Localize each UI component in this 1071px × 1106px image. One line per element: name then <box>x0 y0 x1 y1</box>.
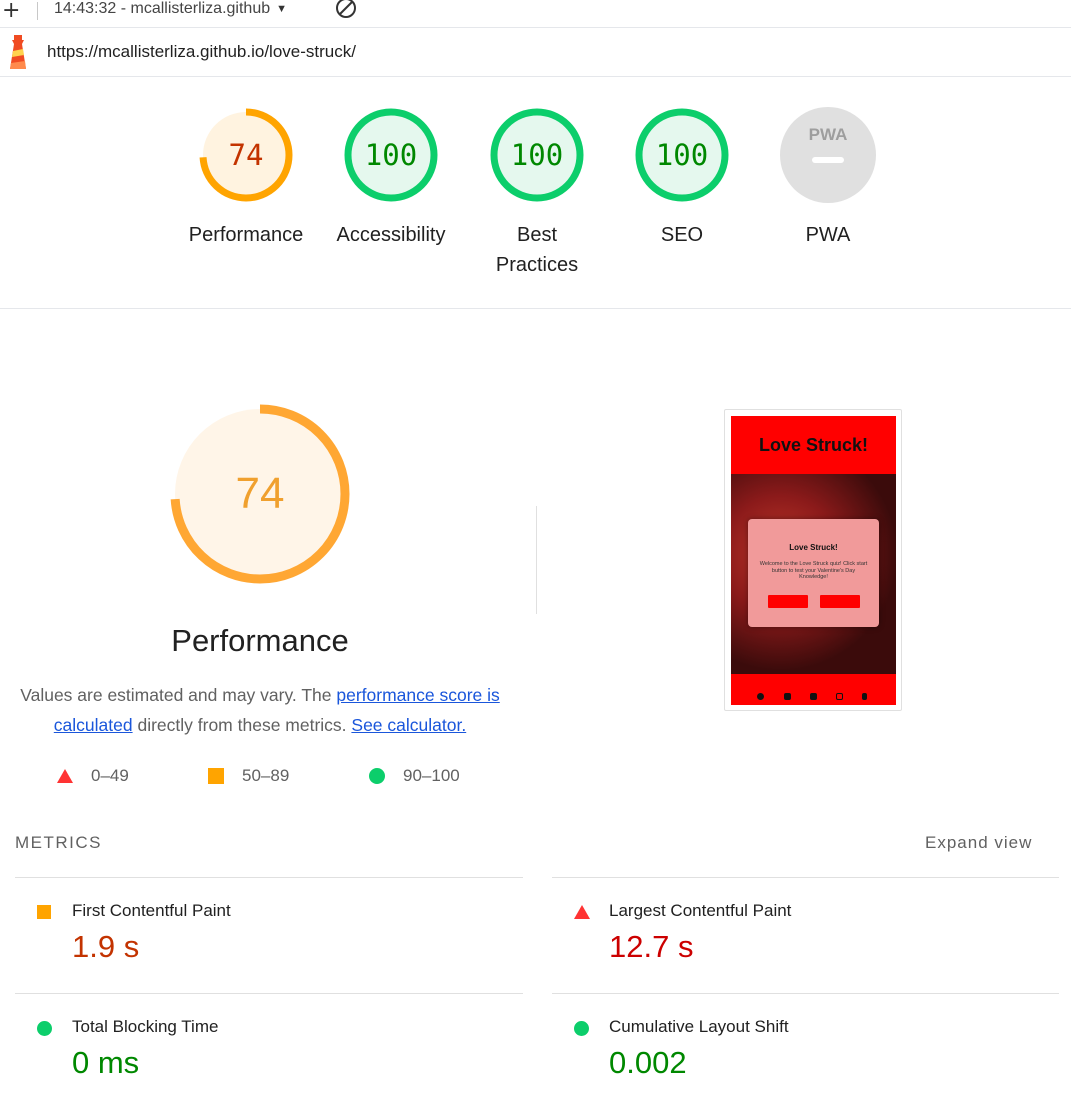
gauge-label: Performance <box>188 224 304 246</box>
report-toolbar: + 14:43:32 - mcallisterliza.github ▼ <box>0 0 1071 28</box>
legend-label: 90–100 <box>403 766 460 785</box>
performance-gauge-large: 74 <box>168 402 352 586</box>
metric-label: Largest Contentful Paint <box>609 901 792 920</box>
tiktok-icon <box>862 693 867 700</box>
gauge-score: 100 <box>655 138 709 172</box>
screenshot-header: Love Struck! <box>731 416 896 474</box>
gauge-score: 74 <box>228 138 264 172</box>
metric-label: First Contentful Paint <box>72 901 231 920</box>
gauge-score: 100 <box>510 138 564 172</box>
report-selector[interactable]: 14:43:32 - mcallisterliza.github ▼ <box>54 0 287 18</box>
final-screenshot[interactable]: Love Struck! Love Struck! Welcome to the… <box>724 409 902 711</box>
legend-pass: 90–100 <box>369 766 460 786</box>
metric-label: Cumulative Layout Shift <box>609 1017 789 1036</box>
vertical-divider <box>536 506 537 614</box>
metric-value: 1.9 s <box>72 929 140 964</box>
legend-fail: 0–49 <box>57 766 129 786</box>
metric-value: 12.7 s <box>609 929 694 964</box>
screenshot-footer <box>731 674 896 705</box>
metrics-heading: METRICS <box>15 833 102 852</box>
screenshot-modal: Love Struck! Welcome to the Love Struck … <box>748 519 879 627</box>
svg-text:PWA: PWA <box>809 125 848 144</box>
twitter-icon <box>784 693 791 700</box>
legend-average: 50–89 <box>208 766 289 786</box>
gauge-label-line: Practices <box>495 254 579 276</box>
gauge-pwa[interactable]: PWA PWA <box>758 105 898 250</box>
url-bar: https://mcallisterliza.github.io/love-st… <box>0 29 1071 77</box>
section-divider <box>0 308 1071 309</box>
see-calculator-link[interactable]: See calculator. <box>351 715 466 735</box>
screenshot-button <box>820 595 860 608</box>
pwa-icon: PWA <box>780 107 876 203</box>
circle-icon <box>37 1021 52 1036</box>
toolbar-separator <box>37 2 38 20</box>
desc-text: directly from these metrics. <box>132 715 352 735</box>
gauge-label: Best Practices <box>467 220 607 280</box>
gauge-label: Accessibility <box>336 224 446 246</box>
performance-title: Performance <box>171 623 349 658</box>
instagram-icon <box>836 693 843 700</box>
gauge-seo[interactable]: 100 SEO <box>612 105 752 250</box>
legend-label: 0–49 <box>91 766 129 785</box>
metric-label: Total Blocking Time <box>72 1017 219 1036</box>
circle-icon <box>369 768 385 784</box>
circle-icon <box>574 1021 589 1036</box>
screenshot-image: Love Struck! Love Struck! Welcome to the… <box>731 416 896 705</box>
gauge-label-line: Best <box>516 224 558 246</box>
metric-divider <box>15 877 523 878</box>
clear-icon[interactable] <box>334 0 358 20</box>
triangle-icon <box>574 905 590 919</box>
triangle-icon <box>57 769 73 783</box>
gauge-label: PWA <box>805 224 851 246</box>
lighthouse-icon <box>10 35 26 69</box>
square-icon <box>37 905 51 919</box>
page-url[interactable]: https://mcallisterliza.github.io/love-st… <box>47 42 356 62</box>
square-icon <box>208 768 224 784</box>
screenshot-modal-text: Welcome to the Love Struck quiz! Click s… <box>759 561 868 580</box>
new-report-button[interactable]: + <box>2 0 20 23</box>
chevron-down-icon: ▼ <box>276 3 287 15</box>
screenshot-modal-title: Love Struck! <box>789 543 838 552</box>
performance-description: Values are estimated and may vary. The p… <box>18 680 502 740</box>
metric-divider <box>552 993 1059 994</box>
performance-score-large: 74 <box>235 469 285 518</box>
metric-value: 0.002 <box>609 1045 687 1080</box>
gauge-performance[interactable]: 74 Performance <box>176 105 316 250</box>
gauge-best-practices[interactable]: 100 Best Practices <box>467 105 607 280</box>
metric-divider <box>552 877 1059 878</box>
youtube-icon <box>810 693 817 700</box>
gauge-accessibility[interactable]: 100 Accessibility <box>321 105 461 250</box>
report-selector-label: 14:43:32 - mcallisterliza.github <box>54 0 271 17</box>
facebook-icon <box>757 693 764 700</box>
expand-view-button[interactable]: Expand view <box>925 833 1032 853</box>
screenshot-modal-buttons <box>768 595 860 608</box>
metric-value: 0 ms <box>72 1045 140 1080</box>
gauge-score: 100 <box>364 138 418 172</box>
metric-divider <box>15 993 523 994</box>
desc-text: Values are estimated and may vary. The <box>20 685 337 705</box>
screenshot-button <box>768 595 808 608</box>
gauge-label: SEO <box>660 224 704 246</box>
legend-label: 50–89 <box>242 766 290 785</box>
